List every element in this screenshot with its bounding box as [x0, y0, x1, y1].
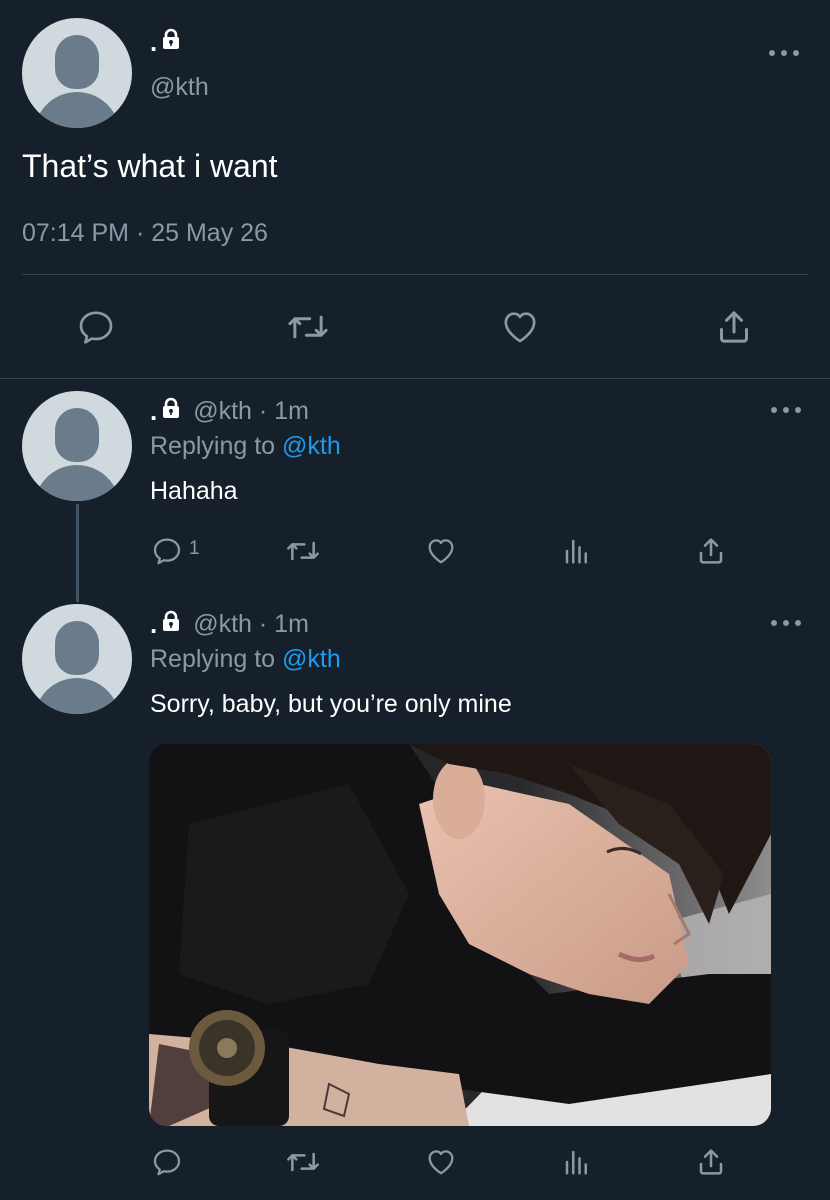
share-button[interactable]: [695, 535, 727, 567]
reply-icon: [151, 535, 183, 567]
replying-to: Replying to @kth: [150, 644, 341, 674]
divider: [22, 274, 808, 275]
heart-icon: [424, 1146, 458, 1178]
display-name[interactable]: .: [150, 27, 157, 57]
replying-to-link[interactable]: @kth: [282, 645, 341, 673]
replying-to: Replying to @kth: [150, 431, 341, 461]
main-tweet-name-line: .: [150, 27, 193, 57]
handle-and-time[interactable]: @kth · 1m: [193, 396, 309, 426]
avatar-head-shape: [55, 408, 99, 462]
lock-icon: [161, 396, 181, 426]
more-icon[interactable]: [771, 619, 801, 627]
reply-icon: [76, 307, 116, 347]
avatar-head-shape: [55, 621, 99, 675]
analytics-button[interactable]: [562, 535, 592, 567]
more-icon[interactable]: [771, 406, 801, 414]
tweet-timestamp[interactable]: 07:14 PM · 25 May 26: [22, 217, 268, 249]
lock-icon: [161, 609, 181, 639]
replying-to-link[interactable]: @kth: [282, 432, 341, 460]
avatar-shoulders-shape: [34, 678, 120, 714]
retweet-button[interactable]: [285, 307, 331, 347]
display-name[interactable]: .: [150, 609, 157, 639]
heart-icon: [424, 535, 458, 567]
like-button[interactable]: [499, 307, 541, 347]
tweet-separator: [0, 378, 830, 379]
share-button[interactable]: [695, 1146, 727, 1178]
avatar-shoulders-shape: [34, 465, 120, 501]
analytics-button[interactable]: [562, 1146, 592, 1178]
share-icon: [695, 535, 727, 567]
reply-button[interactable]: [76, 307, 116, 347]
thread-connector: [76, 504, 79, 602]
avatar[interactable]: [22, 604, 132, 714]
reply-name-line: . @kth · 1m: [150, 396, 309, 426]
more-icon[interactable]: [769, 49, 799, 57]
tweet-text: Hahaha: [150, 477, 238, 505]
reply-button[interactable]: [151, 1146, 189, 1178]
replying-to-label: Replying to: [150, 645, 276, 673]
share-button[interactable]: [714, 307, 754, 347]
analytics-icon: [562, 1146, 592, 1178]
avatar-shoulders-shape: [34, 92, 120, 128]
like-button[interactable]: [424, 1146, 458, 1178]
share-icon: [714, 307, 754, 347]
tweet-photo[interactable]: [149, 744, 771, 1126]
tweet-text: That’s what i want: [22, 148, 278, 184]
replying-to-label: Replying to: [150, 432, 276, 460]
handle-and-time[interactable]: @kth · 1m: [193, 609, 309, 639]
avatar[interactable]: [22, 391, 132, 501]
share-icon: [695, 1146, 727, 1178]
handle[interactable]: @kth: [150, 72, 209, 102]
avatar[interactable]: [22, 18, 132, 128]
reply-icon: [151, 1146, 183, 1178]
tweet-text: Sorry, baby, but you’re only mine: [150, 690, 512, 718]
retweet-button[interactable]: [284, 535, 322, 567]
reply-count: 1: [189, 538, 200, 559]
retweet-icon: [285, 307, 331, 347]
retweet-button[interactable]: [284, 1146, 322, 1178]
retweet-icon: [284, 1146, 322, 1178]
like-button[interactable]: [424, 535, 458, 567]
reply-name-line: . @kth · 1m: [150, 609, 309, 639]
photo-illustration: [149, 744, 771, 1126]
lock-icon: [161, 27, 181, 57]
analytics-icon: [562, 535, 592, 567]
avatar-head-shape: [55, 35, 99, 89]
heart-icon: [499, 307, 541, 347]
reply-button[interactable]: 1: [151, 535, 200, 567]
retweet-icon: [284, 535, 322, 567]
display-name[interactable]: .: [150, 396, 157, 426]
